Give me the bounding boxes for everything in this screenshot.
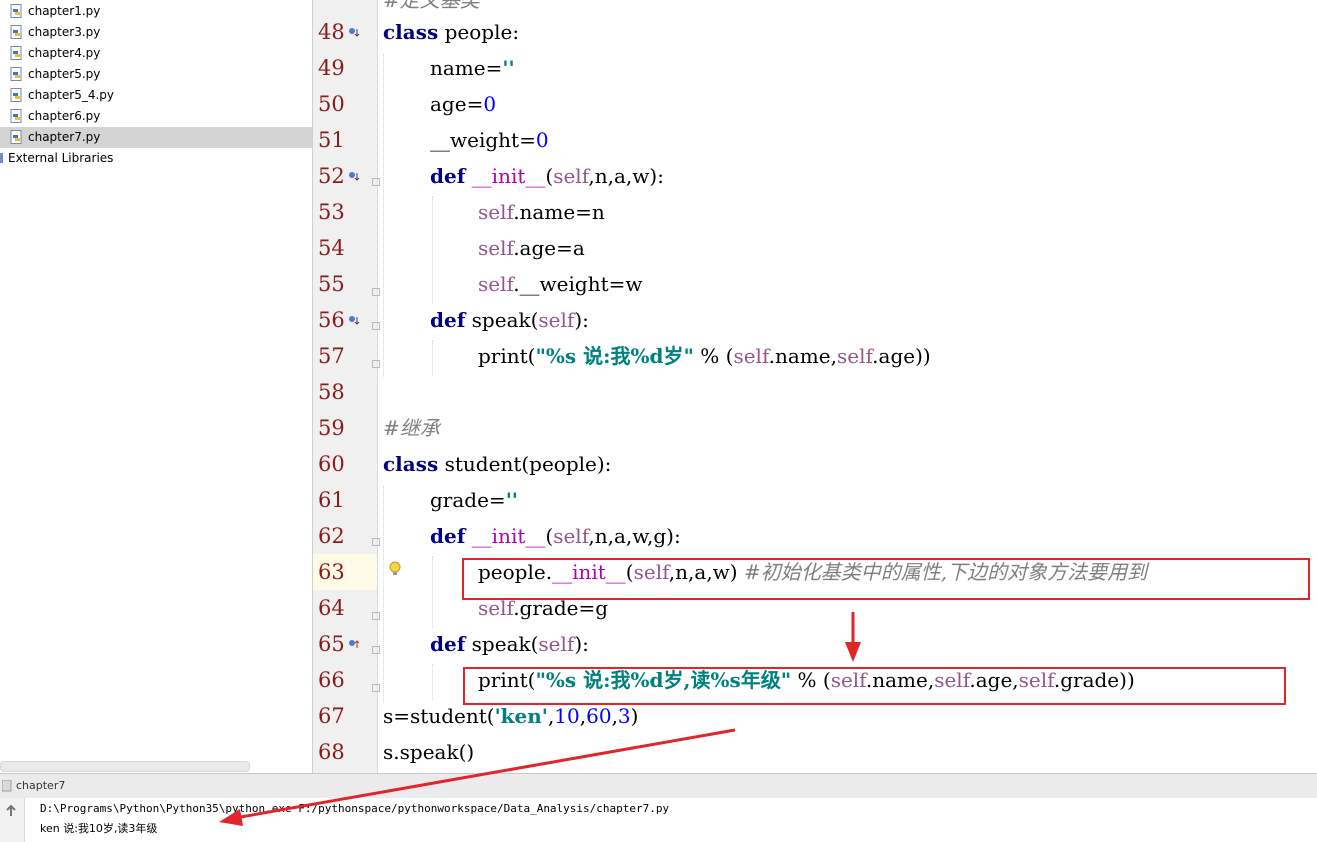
annotation-arrowhead <box>845 642 861 662</box>
annotation-arrowhead <box>219 809 243 826</box>
annotation-arrow-to-output <box>234 728 736 820</box>
annotation-arrows <box>219 612 861 826</box>
